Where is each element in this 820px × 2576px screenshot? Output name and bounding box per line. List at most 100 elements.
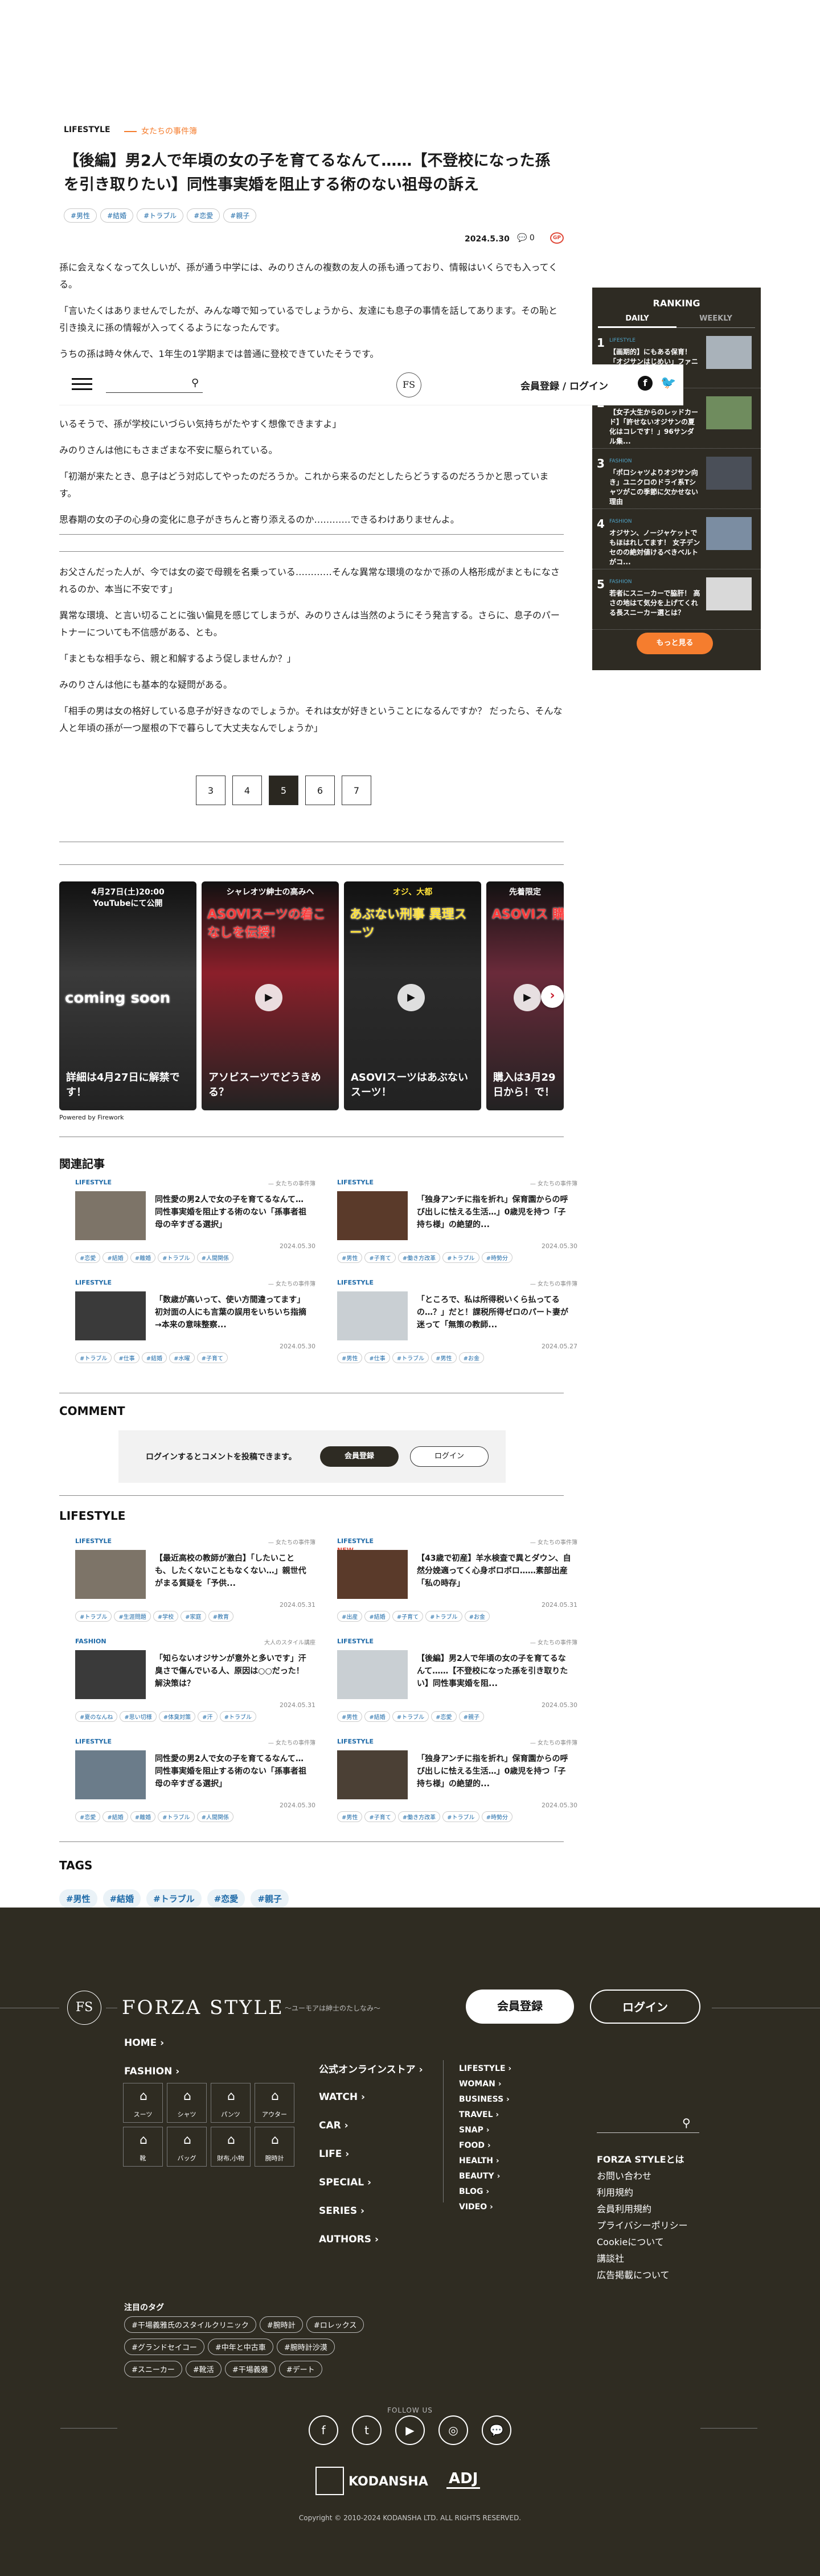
card-author[interactable]: — 女たちの事件簿	[268, 1279, 315, 1287]
fashion-item-1[interactable]: ⌂ シャツ	[167, 2083, 207, 2123]
footer-fashion-link[interactable]: FASHION ›	[124, 2066, 179, 2077]
card-category[interactable]: LIFESTYLE	[75, 1537, 112, 1545]
tab-daily[interactable]: DAILY	[598, 314, 676, 328]
facebook-icon[interactable]: f	[309, 2415, 338, 2445]
page-4-button[interactable]: 4	[232, 776, 262, 805]
footer-link[interactable]: 広告掲載について	[597, 2267, 688, 2283]
card-tag[interactable]: #子育て	[196, 1352, 228, 1363]
card-tag[interactable]: #トラブル	[75, 1611, 112, 1622]
card-author[interactable]: — 女たちの事件簿	[530, 1279, 577, 1287]
featured-tag[interactable]: #靴活	[185, 2361, 222, 2377]
card-tag[interactable]: #男性	[337, 1711, 363, 1722]
card-tag[interactable]: #トラブル	[392, 1352, 429, 1363]
footer-nav-item[interactable]: HEALTH ›	[459, 2153, 511, 2169]
card-category[interactable]: FASHION	[75, 1638, 106, 1645]
tab-weekly[interactable]: WEEKLY	[676, 314, 755, 328]
card-category[interactable]: LIFESTYLE	[75, 1738, 112, 1745]
card-tag[interactable]: #離婚	[130, 1811, 156, 1822]
play-icon[interactable]: ▶	[397, 984, 425, 1011]
card-thumbnail[interactable]	[75, 1191, 146, 1240]
card-author[interactable]: — 女たちの事件簿	[268, 1179, 315, 1187]
search-icon[interactable]: ⚲	[191, 377, 199, 389]
comment-login-button[interactable]: ログイン	[410, 1446, 489, 1467]
footer-login-button[interactable]: ログイン	[590, 1990, 700, 2024]
card-tag[interactable]: #結婚	[141, 1352, 167, 1363]
card-title[interactable]: 【後編】男2人で年頃の女の子を育てるなんて……【不登校になった孫を引き取りたい】…	[417, 1652, 572, 1690]
card-tag[interactable]: #離婚	[130, 1252, 156, 1263]
card-tag[interactable]: #人間関係	[196, 1252, 233, 1263]
card-tag[interactable]: #水曜	[169, 1352, 195, 1363]
footer-nav-item[interactable]: LIFESTYLE ›	[459, 2061, 511, 2077]
footer-link[interactable]: 講談社	[597, 2250, 688, 2267]
card-thumbnail[interactable]	[337, 1650, 408, 1699]
card-title[interactable]: 「数歳が高いって、使い方間違ってます」初対面の人にも言葉の誤用をいちいち指摘→本…	[155, 1294, 310, 1331]
card-tag[interactable]: #夏のなんね	[75, 1711, 118, 1722]
fashion-item-6[interactable]: ⌂ 財布,小物	[211, 2127, 251, 2167]
card-tag[interactable]: #親子	[458, 1711, 484, 1722]
card-tag[interactable]: #トラブル	[425, 1611, 462, 1622]
card-tag[interactable]: #トラブル	[158, 1252, 195, 1263]
card-title[interactable]: 「知らないオジサンが意外と多いです」汗臭さで傷んでいる人、原因は○○だった！ 解…	[155, 1652, 310, 1690]
lifestyle-card[interactable]: LIFESTYLE — 女たちの事件簿 「独身アンチに指を折れ」保育園からの呼び出し…	[321, 1738, 583, 1846]
card-tag[interactable]: #時勢分	[481, 1811, 512, 1822]
card-author[interactable]: — 女たちの事件簿	[530, 1638, 577, 1646]
card-tag[interactable]: #出産	[337, 1611, 363, 1622]
footer-link[interactable]: 利用規約	[597, 2184, 688, 2201]
tag-chip[interactable]: #親子	[251, 1889, 289, 1908]
footer-nav-item[interactable]: SERIES ›	[319, 2202, 423, 2220]
footer-home-link[interactable]: HOME ›	[124, 2037, 164, 2049]
ranking-thumbnail[interactable]	[706, 577, 752, 610]
card-tag[interactable]: #時勢分	[481, 1252, 512, 1263]
article-tag[interactable]: #男性	[64, 208, 97, 223]
card-tag[interactable]: #学校	[153, 1611, 179, 1622]
lifestyle-card[interactable]: LIFESTYLE — 女たちの事件簿 【最近高校の教師が激白】「したいことも、した…	[59, 1537, 321, 1646]
related-card[interactable]: LIFESTYLE — 女たちの事件簿 「独身アンチに指を折れ」保育園からの呼び出し…	[321, 1179, 583, 1287]
facebook-icon[interactable]: f	[638, 376, 653, 391]
footer-logo-mark[interactable]: FS	[67, 1991, 101, 2025]
share-icon[interactable]: GP	[550, 232, 564, 244]
card-tag[interactable]: #仕事	[114, 1352, 140, 1363]
footer-logo-text[interactable]: FORZA STYLE	[122, 1996, 284, 2019]
card-tag[interactable]: #トラブル	[219, 1711, 256, 1722]
card-title[interactable]: 同性愛の男2人で女の子を育てるなんて…同性事実婚を阻止する術のない「孫事者祖母の…	[155, 1753, 310, 1790]
card-thumbnail[interactable]	[75, 1550, 146, 1599]
ranking-thumbnail[interactable]	[706, 517, 752, 550]
play-icon[interactable]: ▶	[514, 984, 541, 1011]
footer-link[interactable]: プライバシーポリシー	[597, 2217, 688, 2234]
card-tag[interactable]: #男性	[431, 1352, 457, 1363]
card-author[interactable]: — 女たちの事件簿	[530, 1738, 577, 1746]
card-tag[interactable]: #恋愛	[75, 1811, 101, 1822]
card-tag[interactable]: #働き方改革	[397, 1252, 441, 1263]
kodansha-logo[interactable]: KODANSHA	[348, 2475, 428, 2489]
lifestyle-card[interactable]: FASHION 大人のスタイル講座 「知らないオジサンが意外と多いです」汗臭さで傷ん…	[59, 1638, 321, 1746]
comment-register-button[interactable]: 会員登録	[320, 1446, 399, 1467]
card-tag[interactable]: #子育て	[392, 1611, 424, 1622]
footer-nav-item[interactable]: BLOG ›	[459, 2184, 511, 2200]
line-icon[interactable]: 💬	[482, 2415, 511, 2445]
fashion-item-2[interactable]: ⌂ パンツ	[211, 2083, 251, 2123]
page-5-button[interactable]: 5	[269, 776, 298, 805]
card-category[interactable]: LIFESTYLE	[337, 1638, 374, 1645]
featured-tag[interactable]: #ロレックス	[306, 2316, 364, 2333]
ranking-more-button[interactable]: もっと見る	[637, 633, 713, 654]
fashion-item-4[interactable]: ⌂ 靴	[123, 2127, 163, 2167]
card-title[interactable]: 「ところで、私は所得税いくら払ってるの…？」だと！課税所得ゼロのパート妻が迷って…	[417, 1294, 572, 1331]
card-thumbnail[interactable]	[337, 1750, 408, 1799]
card-tag[interactable]: #家庭	[181, 1611, 206, 1622]
footer-link[interactable]: Cookieについて	[597, 2234, 688, 2250]
ranking-thumbnail[interactable]	[706, 336, 752, 369]
card-tag[interactable]: #子育て	[364, 1811, 396, 1822]
footer-nav-item[interactable]: BUSINESS ›	[459, 2092, 511, 2107]
card-tag[interactable]: #結婚	[364, 1711, 390, 1722]
article-tag[interactable]: #恋愛	[187, 208, 220, 223]
card-tag[interactable]: #男性	[337, 1252, 363, 1263]
footer-nav-item[interactable]: WOMAN ›	[459, 2077, 511, 2092]
card-thumbnail[interactable]	[337, 1291, 408, 1340]
card-category[interactable]: LIFESTYLE	[75, 1179, 112, 1186]
video-card[interactable]: 4月27日(土)20:00 YouTubeにて公開 coming soon 詳細は4…	[59, 881, 196, 1110]
featured-tag[interactable]: #腕時計	[259, 2316, 303, 2333]
fashion-item-0[interactable]: ⌂ スーツ	[123, 2083, 163, 2123]
card-thumbnail[interactable]	[75, 1650, 146, 1699]
footer-link[interactable]: FORZA STYLEとは	[597, 2151, 688, 2168]
card-thumbnail[interactable]	[337, 1191, 408, 1240]
